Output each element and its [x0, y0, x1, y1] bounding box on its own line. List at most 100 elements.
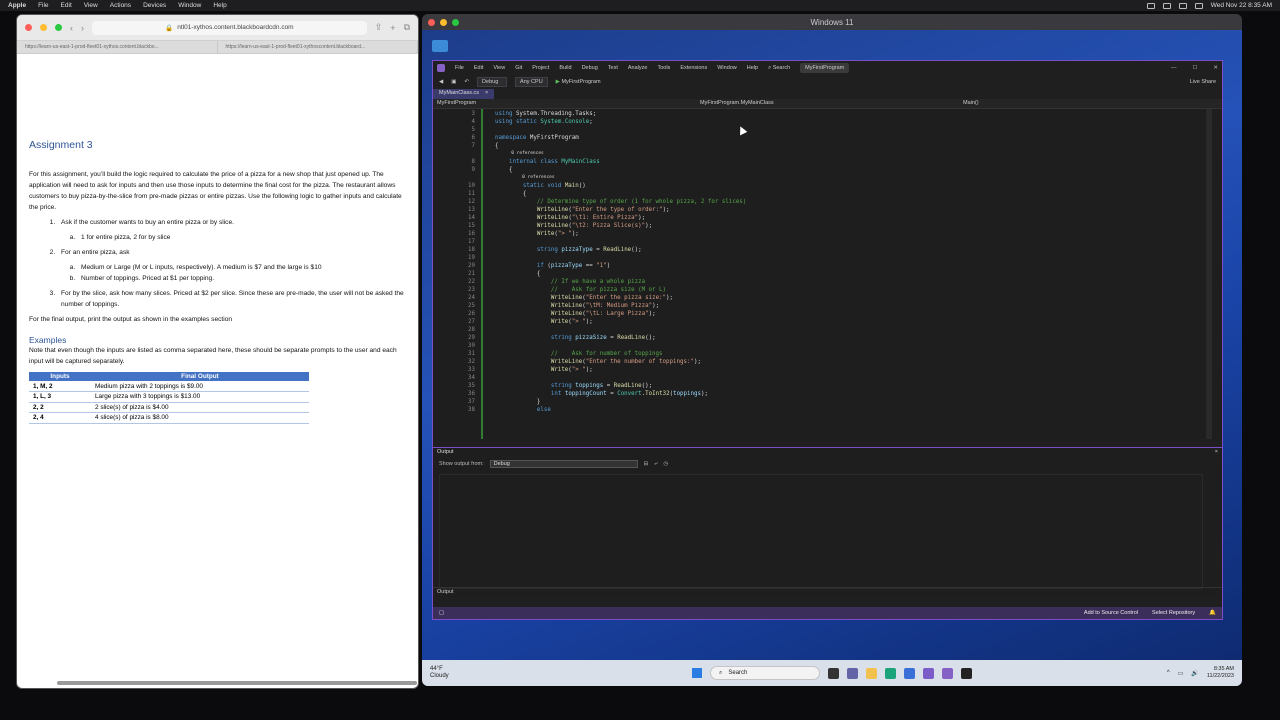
- taskbar-apps: ⌕ Search: [692, 666, 972, 680]
- start-button[interactable]: ▶ MyFirstProgram: [556, 79, 601, 85]
- folder-icon[interactable]: [432, 40, 448, 52]
- tabs-overview-icon[interactable]: ⧉: [404, 22, 410, 33]
- close-icon[interactable]: ✕: [1213, 65, 1218, 71]
- task-view-icon[interactable]: [828, 667, 839, 679]
- store-icon[interactable]: [904, 667, 915, 679]
- visual-studio-taskbar-icon[interactable]: [923, 667, 934, 679]
- menu-actions[interactable]: Actions: [110, 2, 131, 9]
- file-explorer-icon[interactable]: [866, 667, 877, 679]
- live-share-button[interactable]: Live Share: [1190, 79, 1216, 85]
- editor-scrollbar[interactable]: [1206, 109, 1212, 439]
- start-icon[interactable]: [692, 668, 702, 678]
- vs-menu-file[interactable]: File: [455, 65, 464, 71]
- document-tabs: MyMainClass.cs ×: [433, 89, 1222, 99]
- bell-icon[interactable]: 🔔: [1209, 610, 1216, 616]
- output-source-dropdown[interactable]: Debug: [489, 460, 638, 468]
- vs-menu-build[interactable]: Build: [559, 65, 571, 71]
- vs-menu-view[interactable]: View: [493, 65, 505, 71]
- menu-edit[interactable]: Edit: [61, 2, 72, 9]
- vs-menu-git[interactable]: Git: [515, 65, 522, 71]
- share-icon[interactable]: ⇪: [375, 22, 383, 33]
- notifications-icon[interactable]: ▢: [439, 610, 444, 616]
- save-icon[interactable]: ▣: [451, 79, 456, 85]
- horizontal-scrollbar[interactable]: [57, 681, 417, 685]
- clock-icon[interactable]: ◷: [663, 461, 668, 467]
- nav-member-dropdown[interactable]: Main(): [959, 99, 1222, 108]
- back-icon[interactable]: ‹: [70, 23, 73, 33]
- menubar-datetime[interactable]: Wed Nov 22 8:35 AM: [1211, 2, 1272, 9]
- apple-menu[interactable]: Apple: [8, 2, 26, 9]
- word-wrap-icon[interactable]: ⤶: [654, 461, 657, 468]
- network-icon[interactable]: ▭: [1178, 670, 1184, 677]
- back-icon[interactable]: ◀: [439, 79, 443, 85]
- clear-all-icon[interactable]: ⊟: [644, 461, 649, 467]
- close-icon[interactable]: ×: [1215, 449, 1218, 457]
- vm-zoom-icon[interactable]: [452, 18, 459, 26]
- vm-titlebar: Windows 11: [422, 14, 1242, 30]
- mac-menubar: Apple File Edit View Actions Devices Win…: [0, 0, 1280, 11]
- minimize-icon[interactable]: —: [1171, 65, 1177, 71]
- code-editor[interactable]: 3 using System.Threading.Tasks; 4 using st…: [433, 109, 1222, 439]
- vs-menu-help[interactable]: Help: [747, 65, 758, 71]
- undo-icon[interactable]: ↶: [464, 79, 469, 85]
- control-center-icon[interactable]: [1194, 2, 1203, 9]
- close-icon[interactable]: [25, 24, 32, 31]
- menu-devices[interactable]: Devices: [143, 2, 166, 9]
- vs-search[interactable]: ⌕ Search: [768, 65, 790, 72]
- platform-dropdown[interactable]: Any CPU: [515, 77, 548, 87]
- menu-view[interactable]: View: [84, 2, 98, 9]
- output-footer-tab[interactable]: Output: [433, 587, 1222, 597]
- tab-2[interactable]: https://learn-us-east-1-prod-fleet01-xyt…: [218, 41, 418, 53]
- nav-class-dropdown[interactable]: MyFirstProgram.MyMainClass: [696, 99, 959, 108]
- chevron-up-icon[interactable]: ^: [1167, 670, 1170, 676]
- select-repository[interactable]: Select Repository: [1152, 610, 1195, 616]
- vs-menu-debug[interactable]: Debug: [582, 65, 598, 71]
- output-text-area[interactable]: [439, 474, 1203, 589]
- vs-menu-test[interactable]: Test: [608, 65, 618, 71]
- close-icon[interactable]: ×: [485, 90, 488, 98]
- address-bar[interactable]: 🔒 ntl01-xythos.content.blackboardcdn.com: [92, 20, 367, 35]
- minimize-icon[interactable]: [40, 24, 47, 31]
- menu-help[interactable]: Help: [213, 2, 226, 9]
- table-row: 2, 22 slice(s) of pizza is $4.00: [29, 402, 309, 413]
- weather-widget[interactable]: 44°F Cloudy: [430, 666, 449, 680]
- config-dropdown[interactable]: Debug: [477, 77, 508, 87]
- vm-close-icon[interactable]: [428, 18, 435, 26]
- vs-menu-edit[interactable]: Edit: [474, 65, 483, 71]
- edge-icon[interactable]: [885, 667, 896, 679]
- vs-menu-project[interactable]: Project: [532, 65, 549, 71]
- tab-mymainclass[interactable]: MyMainClass.cs ×: [433, 89, 495, 99]
- forward-icon[interactable]: ›: [81, 23, 84, 33]
- wifi-icon[interactable]: [1162, 2, 1171, 9]
- chat-icon[interactable]: [847, 667, 858, 679]
- volume-icon[interactable]: 🔊: [1191, 670, 1198, 677]
- vm-minimize-icon[interactable]: [440, 18, 447, 26]
- vs-menu-tools[interactable]: Tools: [657, 65, 670, 71]
- time: 8:35 AM: [1213, 666, 1234, 672]
- maximize-icon[interactable]: ☐: [1192, 65, 1197, 71]
- tab-1[interactable]: https://learn-us-east-1-prod-fleet01-xyt…: [17, 41, 218, 53]
- zoom-icon[interactable]: [55, 24, 62, 31]
- menu-window[interactable]: Window: [178, 2, 201, 9]
- add-to-source-control[interactable]: Add to Source Control: [1084, 610, 1138, 616]
- taskbar-search[interactable]: ⌕ Search: [710, 666, 820, 680]
- vs-menu-analyze[interactable]: Analyze: [628, 65, 648, 71]
- output-toolbar: Show output from: Debug ⊟ ⤶ ◷: [433, 458, 1222, 470]
- vs-menu-window[interactable]: Window: [717, 65, 737, 71]
- col-inputs: Inputs: [29, 372, 91, 381]
- windows-taskbar: 44°F Cloudy ⌕ Search ^ ▭ 🔊 8:35 AM 11/22/…: [422, 660, 1242, 686]
- table-row: 2, 44 slice(s) of pizza is $8.00: [29, 412, 309, 424]
- safari-window: ‹ › 🔒 ntl01-xythos.content.blackboardcdn…: [16, 14, 419, 689]
- step-2b: Number of toppings. Priced at $1 per top…: [77, 273, 406, 284]
- taskbar-clock[interactable]: 8:35 AM 11/22/2023: [1207, 666, 1234, 680]
- menu-file[interactable]: File: [38, 2, 48, 9]
- new-tab-icon[interactable]: +: [390, 23, 395, 33]
- vs-menu-extensions[interactable]: Extensions: [680, 65, 707, 71]
- nav-project-dropdown[interactable]: MyFirstProgram: [433, 99, 696, 108]
- search-icon[interactable]: [1178, 2, 1187, 9]
- battery-icon[interactable]: [1146, 2, 1155, 9]
- terminal-icon[interactable]: [961, 667, 972, 679]
- assignment-title: Assignment 3: [29, 139, 93, 151]
- weather-condition: Cloudy: [430, 673, 449, 679]
- vs-installer-icon[interactable]: [942, 667, 953, 679]
